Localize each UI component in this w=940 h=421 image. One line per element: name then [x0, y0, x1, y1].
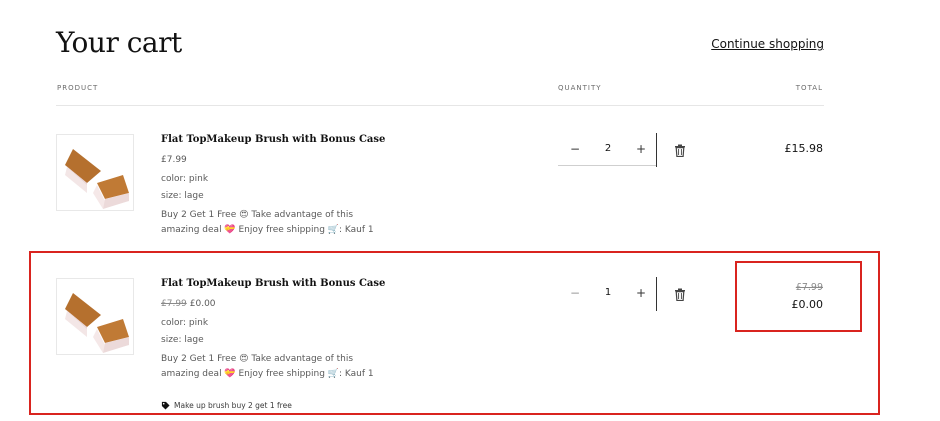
trash-icon[interactable] — [674, 144, 686, 157]
quantity-value[interactable]: 2 — [593, 139, 623, 159]
header-divider — [56, 105, 824, 106]
product-price: £7.99 — [161, 155, 187, 165]
quantity-stepper: − 2 + — [558, 133, 657, 167]
line-total: £15.98 — [784, 142, 824, 155]
header-total: TOTAL — [795, 84, 823, 92]
product-color: color: pink — [161, 174, 209, 184]
page-title: Your cart — [56, 26, 182, 59]
product-size: size: lage — [161, 191, 204, 201]
makeup-brush-image — [65, 149, 129, 209]
product-image[interactable] — [56, 134, 134, 211]
price-current: £7.99 — [161, 155, 187, 165]
product-name[interactable]: Flat TopMakeup Brush with Bonus Case — [161, 134, 385, 145]
header-product: PRODUCT — [57, 84, 99, 92]
increase-quantity-button[interactable]: + — [631, 139, 651, 159]
product-promo: Buy 2 Get 1 Free 😍 Take advantage of thi… — [161, 210, 374, 235]
header-quantity: QUANTITY — [558, 84, 602, 92]
continue-shopping-link[interactable]: Continue shopping — [711, 37, 824, 51]
highlight-box-total — [735, 261, 862, 332]
quantity-border — [656, 133, 657, 167]
decrease-quantity-button[interactable]: − — [565, 139, 585, 159]
